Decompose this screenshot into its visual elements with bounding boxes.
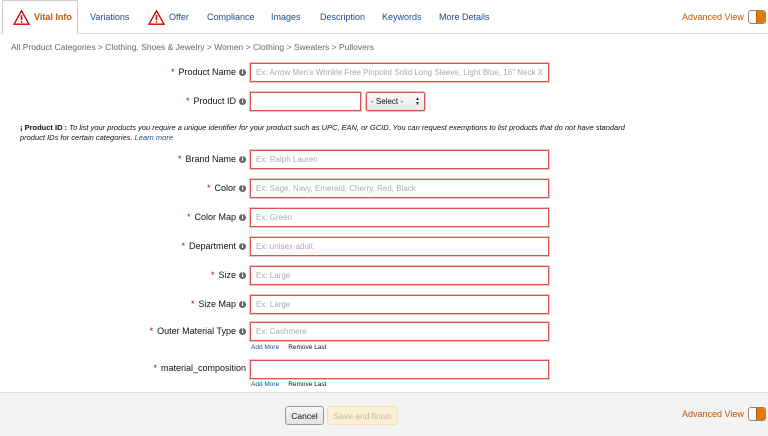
- tab-keywords[interactable]: Keywords: [382, 0, 422, 34]
- required-marker: *: [177, 154, 182, 164]
- product-id-input[interactable]: [250, 92, 361, 111]
- info-icon[interactable]: i: [239, 213, 246, 221]
- save-and-finish-button[interactable]: Save and finish: [327, 406, 398, 425]
- tab-bar: Vital Info Variations Offer Compliance I…: [0, 0, 768, 35]
- label-text: Color: [214, 183, 236, 193]
- required-marker: *: [210, 270, 215, 280]
- required-marker: *: [206, 183, 211, 193]
- label-text: Product Name: [178, 67, 236, 77]
- product-id-label: * Product ID i: [186, 96, 246, 106]
- outer-material-type-label: * Outer Material Type i: [150, 326, 246, 336]
- color-map-label: * Color Map i: [187, 212, 246, 222]
- required-marker: *: [186, 212, 191, 222]
- label-text: Size Map: [198, 299, 236, 309]
- size-map-input[interactable]: [250, 295, 549, 314]
- select-value: - Select -: [371, 97, 404, 106]
- product-name-label: * Product Name i: [171, 67, 246, 77]
- required-marker: *: [153, 363, 157, 373]
- product-name-input[interactable]: [250, 63, 549, 82]
- note-title: Product ID :: [24, 123, 68, 132]
- required-marker: *: [149, 326, 154, 336]
- info-icon[interactable]: i: [239, 155, 246, 163]
- toggle-switch[interactable]: [747, 407, 766, 421]
- info-icon[interactable]: i: [239, 300, 246, 308]
- advanced-view-toggle-bottom[interactable]: Advanced View: [682, 407, 766, 421]
- tab-offer[interactable]: Offer: [148, 0, 189, 34]
- department-input[interactable]: [250, 237, 549, 256]
- info-icon[interactable]: i: [239, 242, 246, 250]
- add-more-link[interactable]: Add More: [251, 344, 279, 351]
- tab-label: Description: [320, 12, 366, 22]
- required-marker: *: [190, 299, 195, 309]
- label-text: Outer Material Type: [157, 326, 236, 336]
- warning-icon: [13, 9, 30, 25]
- color-input[interactable]: [250, 179, 549, 198]
- label-text: Size: [218, 270, 236, 280]
- department-label: * Department i: [181, 241, 246, 251]
- size-map-label: * Size Map i: [191, 299, 246, 309]
- advanced-view-label: Advanced View: [682, 12, 744, 22]
- tab-variations[interactable]: Variations: [90, 0, 129, 34]
- color-map-input[interactable]: [250, 208, 549, 227]
- info-icon[interactable]: i: [239, 271, 246, 279]
- remove-last-link[interactable]: Remove Last: [288, 381, 326, 388]
- note-text: To list your products you require a uniq…: [20, 123, 625, 142]
- outer-material-type-input[interactable]: [250, 322, 549, 341]
- product-id-note: ¡ Product ID : To list your products you…: [20, 123, 640, 143]
- cancel-button[interactable]: Cancel: [285, 406, 324, 425]
- tab-label: Keywords: [382, 12, 422, 22]
- tab-label: Offer: [169, 12, 189, 22]
- color-label: * Color i: [207, 183, 246, 193]
- info-icon[interactable]: i: [239, 184, 246, 192]
- label-text: Brand Name: [185, 154, 236, 164]
- updown-arrow-icon: ▲ ▼: [415, 95, 420, 107]
- label-text: material_composition: [160, 363, 246, 373]
- tab-images[interactable]: Images: [271, 0, 301, 34]
- form-panel: All Product Categories > Clothing, Shoes…: [0, 34, 768, 393]
- advanced-view-toggle-top[interactable]: Advanced View: [682, 10, 766, 24]
- tab-label: Vital Info: [34, 12, 72, 22]
- info-icon[interactable]: i: [239, 68, 246, 76]
- material-composition-label: * material_composition: [153, 363, 246, 373]
- material-composition-input[interactable]: [250, 360, 549, 379]
- required-marker: *: [170, 67, 175, 77]
- tab-compliance[interactable]: Compliance: [207, 0, 255, 34]
- required-marker: *: [185, 96, 190, 106]
- size-input[interactable]: [250, 266, 549, 285]
- tab-label: More Details: [439, 12, 490, 22]
- tab-vital-info[interactable]: Vital Info: [2, 0, 78, 35]
- add-more-link[interactable]: Add More: [251, 381, 279, 388]
- toggle-knob: [755, 11, 765, 23]
- required-marker: *: [181, 241, 185, 251]
- label-text: Product ID: [193, 96, 236, 106]
- brand-name-label: * Brand Name i: [178, 154, 246, 164]
- warning-icon: [148, 9, 165, 25]
- advanced-view-label: Advanced View: [682, 409, 744, 419]
- size-label: * Size i: [211, 270, 246, 280]
- label-text: Color Map: [194, 212, 236, 222]
- remove-last-link[interactable]: Remove Last: [288, 344, 326, 351]
- brand-name-input[interactable]: [250, 150, 549, 169]
- tab-label: Compliance: [207, 12, 255, 22]
- toggle-knob: [755, 408, 765, 420]
- learn-more-link[interactable]: Learn more: [135, 133, 173, 142]
- tab-description[interactable]: Description: [320, 0, 365, 34]
- tab-label: Images: [271, 12, 301, 22]
- product-id-type-select[interactable]: - Select - ▲ ▼: [366, 92, 425, 111]
- label-text: Department: [188, 241, 236, 251]
- tab-label: Variations: [90, 12, 130, 22]
- material-composition-actions: Add More Remove Last: [251, 381, 326, 388]
- breadcrumb: All Product Categories > Clothing, Shoes…: [11, 42, 374, 52]
- tab-more-details[interactable]: More Details: [439, 0, 490, 34]
- info-icon[interactable]: i: [239, 327, 246, 335]
- toggle-switch[interactable]: [747, 10, 766, 24]
- info-icon[interactable]: i: [239, 97, 246, 105]
- outer-material-actions: Add More Remove Last: [251, 344, 326, 351]
